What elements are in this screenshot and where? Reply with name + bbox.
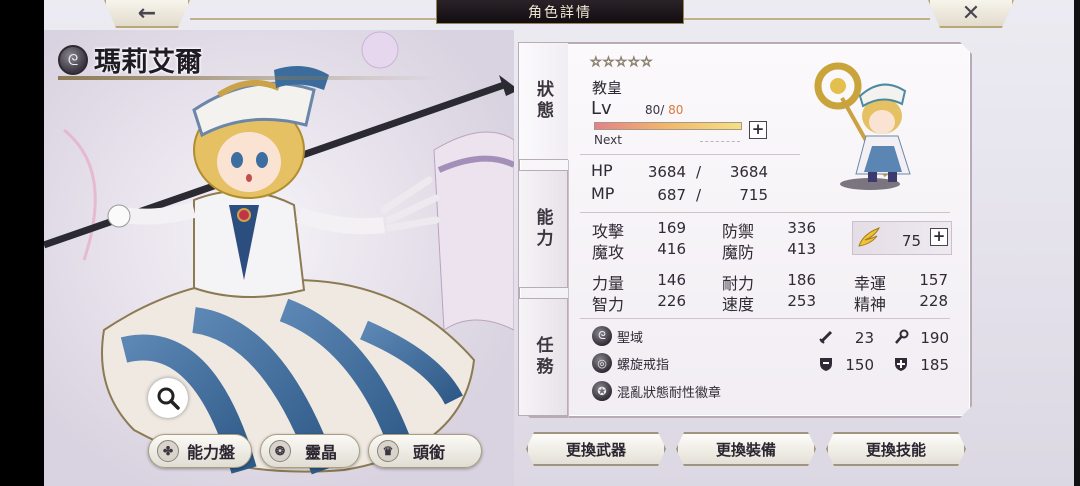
mp-label: MP: [591, 184, 615, 203]
close-icon: ✕: [961, 0, 981, 26]
divider-mid: [580, 212, 950, 213]
def-value: 336: [787, 219, 816, 237]
title-button[interactable]: ♛ 頭銜: [368, 434, 482, 468]
tab-separator: [568, 160, 569, 418]
luk-value: 157: [919, 271, 948, 289]
name-underline: [58, 76, 438, 80]
exp-bar-fill: [595, 123, 741, 129]
level-value: 80/ 80: [645, 103, 683, 117]
level-label: Lv: [591, 98, 612, 119]
next-dots: [700, 141, 740, 142]
job-name: 教皇: [592, 79, 623, 97]
ability-board-icon: ✤: [157, 440, 179, 462]
ability-board-button[interactable]: ✤ 能力盤: [148, 434, 252, 468]
tab-ability[interactable]: 能力: [518, 170, 568, 288]
int-label: 智力: [592, 295, 625, 314]
wing-plus-button[interactable]: +: [930, 228, 948, 246]
element-icon: ᘓ: [58, 44, 88, 75]
mp-slash: /: [696, 186, 702, 204]
ring-name[interactable]: 螺旋戒指: [617, 354, 669, 373]
crystal-icon: ❂: [269, 440, 291, 462]
divider-bottom: [580, 318, 950, 319]
agi-value: 253: [787, 292, 816, 310]
hp-slash: /: [696, 163, 702, 181]
int-value: 226: [657, 292, 686, 310]
matk-label: 魔攻: [592, 243, 625, 262]
divider-top: [580, 154, 800, 155]
spi-label: 精神: [854, 295, 887, 314]
mp-max: 715: [739, 186, 768, 204]
mdef-bonus-value: 185: [920, 356, 949, 374]
weapon-name[interactable]: 聖域: [617, 327, 643, 346]
matk-value: 416: [657, 240, 686, 258]
crystal-label: 靈晶: [305, 443, 338, 462]
badge-name[interactable]: 混亂狀態耐性徽章: [617, 382, 721, 401]
change-weapon-button[interactable]: 更換武器: [526, 432, 666, 466]
str-value: 146: [657, 271, 686, 289]
level-up-button[interactable]: +: [749, 121, 767, 139]
page-title: 角色詳情: [436, 0, 684, 24]
change-skill-button[interactable]: 更換技能: [826, 432, 966, 466]
atk-bonus-value: 23: [854, 329, 874, 347]
character-detail-screen: ᘓ 瑪莉艾爾 ← 角色詳情 ✕ ✤ 能力盤 ❂ 靈晶 ♛ 頭銜 狀態 能力 任務: [0, 0, 1080, 486]
tab-mission[interactable]: 任務: [518, 298, 568, 416]
ability-board-label: 能力盤: [187, 443, 236, 462]
rarity-stars: ☆☆☆☆☆: [589, 55, 654, 71]
level-max: 80: [668, 103, 684, 117]
character-artwork: [44, 30, 514, 486]
weapon-icon: ᘓ: [592, 326, 612, 346]
change-gear-button[interactable]: 更換裝備: [676, 432, 816, 466]
mdef-value: 413: [787, 240, 816, 258]
vit-value: 186: [787, 271, 816, 289]
hp-max: 3684: [729, 163, 768, 181]
exp-bar: [594, 122, 742, 130]
magnifier-icon: [157, 387, 180, 410]
title-icon: ♛: [377, 440, 399, 462]
zoom-button[interactable]: [148, 378, 188, 418]
level-current: 80: [645, 103, 661, 117]
header-rule-left: [190, 18, 436, 20]
character-name: 瑪莉艾爾: [94, 47, 202, 78]
mdef-label: 魔防: [722, 243, 755, 262]
badge-icon: ✪: [592, 381, 612, 401]
title-label: 頭銜: [413, 443, 446, 462]
wing-point-value: 75: [901, 232, 921, 250]
crystal-button[interactable]: ❂ 靈晶: [260, 434, 360, 468]
character-sprite: [814, 62, 911, 190]
right-screen-edge: [1074, 0, 1080, 486]
hp-current: 3684: [647, 163, 686, 181]
ring-icon: ◎: [592, 353, 612, 373]
character-name-block: ᘓ 瑪莉艾爾: [58, 40, 202, 79]
level-separator: /: [660, 103, 665, 117]
matk-bonus-value: 190: [920, 329, 949, 347]
next-label: Next: [594, 133, 622, 147]
left-screen-edge: [0, 0, 44, 486]
atk-value: 169: [657, 219, 686, 237]
back-button[interactable]: ←: [104, 0, 190, 28]
header-rule-right: [684, 18, 930, 20]
close-button[interactable]: ✕: [928, 0, 1014, 28]
back-arrow-icon: ←: [137, 0, 157, 26]
mp-current: 687: [657, 186, 686, 204]
spi-value: 228: [919, 292, 948, 310]
tab-status[interactable]: 狀態: [518, 42, 568, 160]
def-bonus-value: 150: [845, 356, 874, 374]
agi-label: 速度: [722, 295, 755, 314]
hp-label: HP: [591, 161, 613, 180]
